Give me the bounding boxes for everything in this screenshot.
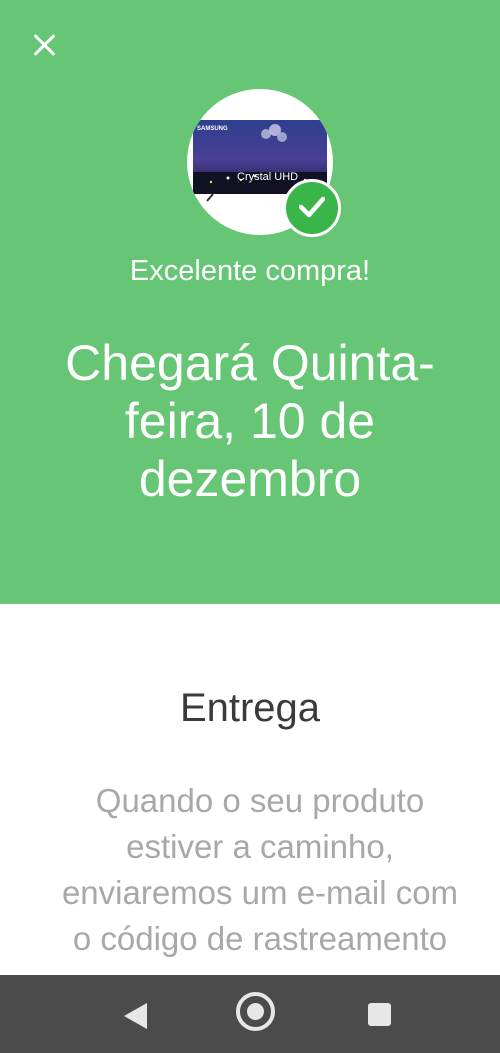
- back-triangle-icon[interactable]: [124, 1003, 147, 1029]
- product-brand-text: SAMSUNG: [197, 126, 228, 132]
- product-screen-text: Crystal UHD: [237, 171, 298, 183]
- close-icon[interactable]: [28, 28, 62, 62]
- purchase-confirmation-screen: SAMSUNG Crystal UHD Excelente compra! Ch…: [0, 0, 500, 1053]
- confirmation-header: SAMSUNG Crystal UHD Excelente compra! Ch…: [0, 0, 500, 604]
- recents-square-icon[interactable]: [368, 1003, 391, 1026]
- system-navigation-bar: [0, 975, 500, 1053]
- delivery-section-title: Entrega: [179, 686, 321, 730]
- home-circle-icon[interactable]: [236, 992, 275, 1031]
- delivery-description: Quando o seu produto estiver a caminho, …: [61, 782, 459, 957]
- check-badge: [283, 179, 341, 237]
- delivery-date-headline: Chegará Quinta-feira, 10 de dezembro: [65, 335, 435, 507]
- purchase-subtitle: Excelente compra!: [129, 255, 371, 287]
- check-icon: [299, 196, 325, 218]
